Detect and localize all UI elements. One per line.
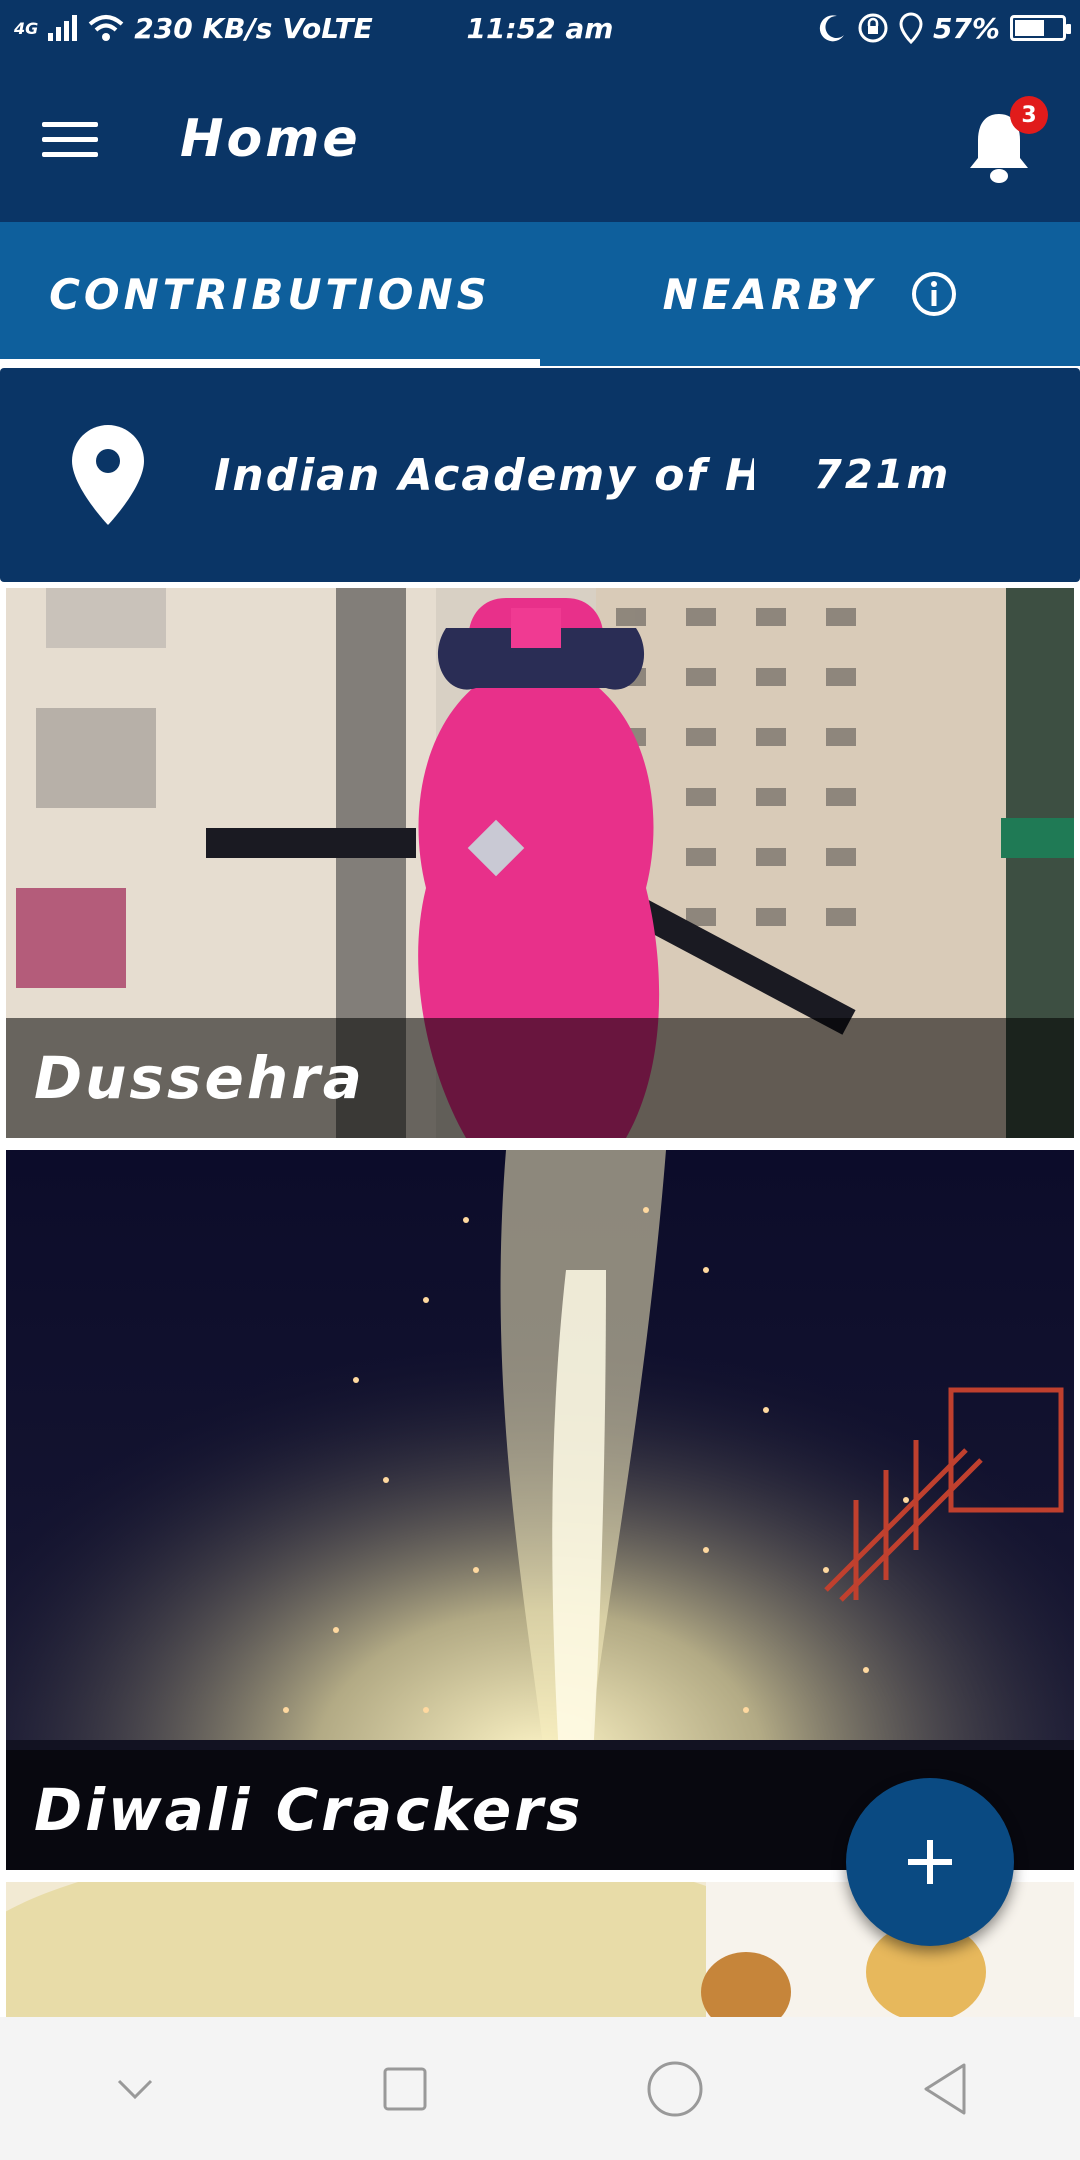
battery-fill [1015, 20, 1044, 36]
app-bar: Home 3 [0, 56, 1080, 222]
location-pin-icon [72, 425, 144, 525]
status-left: 4G 230 KB/s VoLTE [14, 12, 373, 45]
tab-bar: CONTRIBUTIONS NEARBY [0, 222, 1080, 366]
battery-icon [1010, 15, 1071, 41]
tab-contributions[interactable]: CONTRIBUTIONS [0, 222, 540, 366]
caption-bar: Dussehra [6, 1018, 1074, 1138]
location-distance: 721m [814, 452, 952, 498]
menu-button[interactable] [42, 97, 126, 181]
hide-nav-button[interactable] [90, 2044, 180, 2134]
notification-badge: 3 [1010, 96, 1048, 134]
signal-icon [48, 15, 78, 41]
network-type: 4G [14, 18, 39, 38]
rotation-lock-icon [858, 13, 888, 43]
location-name: Indian Academy of Hig... [214, 449, 754, 501]
wifi-icon [88, 15, 124, 41]
status-bar: 4G 230 KB/s VoLTE 11:52 am 57% [0, 0, 1080, 56]
menu-icon-line [42, 136, 98, 142]
menu-icon-line [42, 121, 98, 127]
nearby-location-card[interactable]: Indian Academy of Hig... 721m [0, 368, 1080, 582]
feed-card[interactable]: Diwali Crackers [6, 1150, 1074, 1870]
moon-icon [819, 15, 844, 42]
notifications-button[interactable]: 3 [966, 96, 1048, 186]
tab-label: NEARBY [662, 269, 876, 319]
plus-icon [908, 1840, 952, 1884]
volte-label: VoLTE [282, 11, 373, 45]
back-triangle-icon [924, 2063, 966, 2114]
location-status-icon [899, 12, 923, 44]
tab-label: CONTRIBUTIONS [49, 269, 491, 319]
page-title: Home [180, 109, 361, 169]
tab-nearby[interactable]: NEARBY [540, 222, 1080, 366]
circle-icon [647, 2061, 703, 2116]
network-speed: 230 KB/s [134, 11, 273, 45]
info-icon[interactable] [911, 271, 957, 317]
back-button[interactable] [900, 2044, 990, 2134]
chevron-down-icon [117, 2079, 153, 2099]
battery-percent: 57% [932, 11, 1000, 45]
home-button[interactable] [630, 2044, 720, 2134]
status-right: 57% [817, 11, 1071, 45]
feed-card[interactable]: Dussehra [6, 588, 1074, 1138]
feed-caption: Diwali Crackers [34, 1776, 584, 1844]
add-contribution-button[interactable] [846, 1778, 1014, 1946]
feed-caption: Dussehra [34, 1044, 365, 1112]
recents-button[interactable] [360, 2044, 450, 2134]
menu-icon-line [42, 151, 98, 157]
system-navigation-bar [0, 2017, 1080, 2160]
square-icon [383, 2067, 427, 2110]
